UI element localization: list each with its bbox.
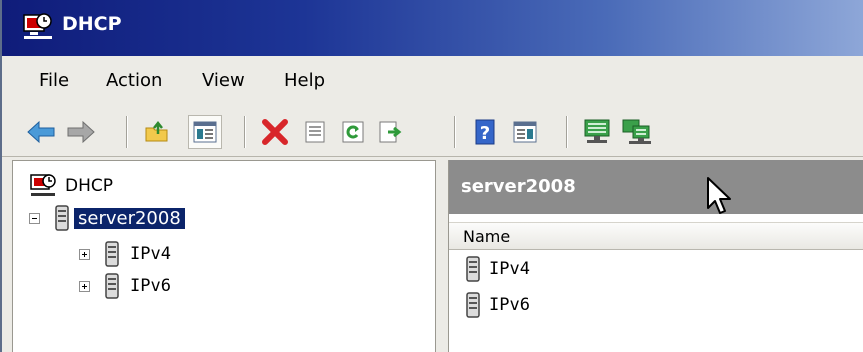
tree-label-dhcp: DHCP xyxy=(65,176,113,196)
pane-splitter[interactable] xyxy=(436,160,448,352)
dhcp-icon xyxy=(30,174,56,196)
window-title: DHCP xyxy=(62,13,122,35)
list-item-ipv4[interactable]: IPv4 xyxy=(465,256,530,282)
forward-arrow-icon xyxy=(67,120,95,144)
manage-servers-button[interactable] xyxy=(620,115,654,149)
forward-button[interactable] xyxy=(64,115,98,149)
list-item-ipv6[interactable]: IPv6 xyxy=(465,292,530,318)
toolbar-separator xyxy=(566,116,568,148)
column-header-label: Name xyxy=(463,227,511,246)
toolbar-separator xyxy=(244,116,246,148)
export-list-icon xyxy=(379,121,402,143)
expand-toggle[interactable] xyxy=(79,248,90,260)
menu-help[interactable]: Help xyxy=(284,70,325,91)
tree-item-ipv4[interactable]: IPv4 xyxy=(79,241,171,267)
delete-button[interactable] xyxy=(258,115,292,149)
mouse-cursor-icon xyxy=(707,177,731,214)
show-hide-tree-icon xyxy=(193,121,217,143)
export-list-button[interactable] xyxy=(374,115,408,149)
collapse-toggle[interactable] xyxy=(29,212,40,224)
toolbar-separator xyxy=(126,116,128,148)
show-hide-tree-button[interactable] xyxy=(188,115,222,149)
dhcp-window: DHCP File Action View Help ? DHCP server… xyxy=(0,0,863,352)
properties-button[interactable] xyxy=(298,115,332,149)
authorize-server-icon xyxy=(584,119,610,143)
server-icon xyxy=(105,241,119,267)
show-hide-action-pane-icon xyxy=(513,121,537,143)
up-folder-icon xyxy=(145,120,168,142)
menu-file[interactable]: File xyxy=(39,70,69,91)
refresh-button[interactable] xyxy=(336,115,370,149)
help-button[interactable]: ? xyxy=(468,115,502,149)
dhcp-app-icon xyxy=(23,13,52,39)
toolbar-separator xyxy=(454,116,456,148)
refresh-icon xyxy=(342,121,364,143)
server-icon xyxy=(466,256,480,282)
console-tree: DHCP server2008 IPv4 IPv6 xyxy=(12,160,436,352)
tree-label-server: server2008 xyxy=(74,207,185,229)
toolbar: ? xyxy=(2,108,863,157)
properties-icon xyxy=(305,121,325,143)
authorize-server-button[interactable] xyxy=(580,115,614,149)
back-button[interactable] xyxy=(24,115,58,149)
tree-label-ipv4: IPv4 xyxy=(130,244,171,264)
details-header: server2008 xyxy=(449,160,863,214)
server-icon xyxy=(466,292,480,318)
title-bar[interactable]: DHCP xyxy=(2,0,863,56)
details-pane: server2008 Name IPv4 IPv6 xyxy=(448,160,863,352)
back-arrow-icon xyxy=(27,120,55,144)
tree-item-server[interactable]: server2008 xyxy=(29,205,185,231)
expand-toggle[interactable] xyxy=(79,280,90,292)
list-item-label: IPv6 xyxy=(489,295,530,315)
details-title: server2008 xyxy=(461,176,576,197)
delete-icon xyxy=(262,119,288,145)
show-hide-action-pane-button[interactable] xyxy=(508,115,542,149)
list-item-label: IPv4 xyxy=(489,259,530,279)
up-one-level-button[interactable] xyxy=(140,115,174,149)
help-icon: ? xyxy=(475,119,495,145)
tree-item-ipv6[interactable]: IPv6 xyxy=(79,273,171,299)
server-icon xyxy=(105,273,119,299)
column-header-name[interactable]: Name xyxy=(449,222,863,250)
menu-view[interactable]: View xyxy=(202,70,245,91)
tree-item-dhcp[interactable]: DHCP xyxy=(29,173,113,199)
server-icon xyxy=(55,205,69,231)
menu-bar: File Action View Help xyxy=(2,56,863,109)
tree-label-ipv6: IPv6 xyxy=(130,276,171,296)
manage-servers-icon xyxy=(622,119,651,144)
svg-text:?: ? xyxy=(480,123,490,144)
menu-action[interactable]: Action xyxy=(106,70,162,91)
